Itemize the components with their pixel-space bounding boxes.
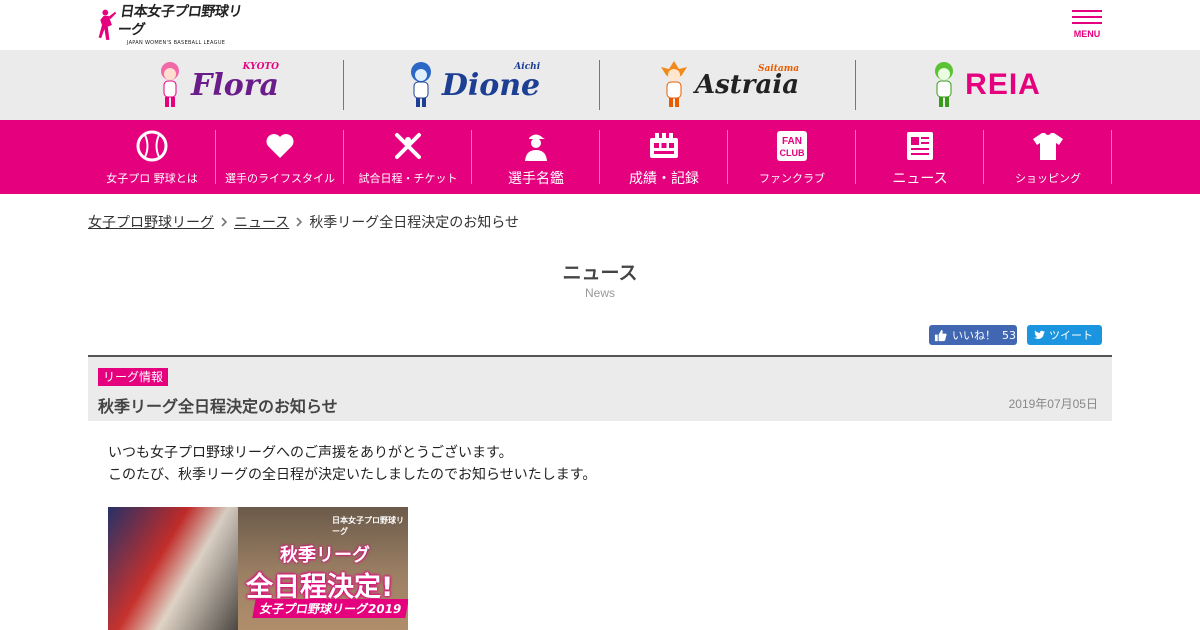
nav-item-players[interactable]: 選手名鑑: [472, 120, 600, 194]
nav-divider: [1111, 130, 1112, 184]
team-city: Aichi: [514, 61, 541, 72]
nav-item-shopping[interactable]: ショッピング: [984, 120, 1112, 194]
nav-label: 選手名鑑: [508, 171, 564, 187]
team-city: Saitama: [757, 64, 800, 74]
nav-label: 女子プロ 野球とは: [106, 172, 198, 185]
team-link-astraia[interactable]: Astraia Saitama: [600, 50, 856, 120]
nav-label: 試合日程・チケット: [358, 172, 458, 185]
baseball-icon: [136, 130, 168, 162]
banner-line-1: 秋季リーグ: [280, 545, 370, 566]
article-body: いつも女子プロ野球リーグへのご声援をありがとうございます。 このたび、秋季リーグ…: [108, 442, 596, 486]
breadcrumb-news[interactable]: ニュース: [234, 212, 289, 232]
team-link-reia[interactable]: REIA: [856, 50, 1112, 120]
nav-item-news[interactable]: ニュース: [856, 120, 984, 194]
nav-label: ショッピング: [1015, 172, 1081, 185]
flora-mascot-icon: [161, 62, 180, 107]
crossed-bats-icon: [395, 133, 421, 159]
team-link-dione[interactable]: Dione Aichi: [344, 50, 600, 120]
newspaper-icon: [907, 132, 933, 160]
nav-label: ファンクラブ: [759, 172, 825, 185]
facebook-like-button[interactable]: いいね！ 53: [929, 325, 1017, 345]
hamburger-icon: [1072, 10, 1102, 12]
page-subtitle: News: [584, 286, 615, 300]
breadcrumb-current: 秋季リーグ全日程決定のお知らせ: [309, 215, 520, 231]
banner-logo: 日本女子プロ野球リーグ: [332, 516, 404, 536]
tshirt-icon: [1033, 133, 1063, 160]
team-name-astraia: Astraia Saitama: [694, 64, 800, 100]
hamburger-icon-bar: [1072, 16, 1102, 18]
main-nav: 女子プロ 野球とは 選手のライフスタイル 試合日程・チケット 選手名鑑 成績・記…: [0, 120, 1200, 194]
reia-mascot-icon: [935, 62, 954, 107]
heart-icon: [266, 134, 294, 158]
article-paragraph: いつも女子プロ野球リーグへのご声援をありがとうございます。: [108, 445, 513, 461]
team-link-flora[interactable]: Flora KYOTO: [88, 50, 344, 120]
nav-item-stats[interactable]: 成績・記録: [600, 120, 728, 194]
page-title: ニュース: [562, 262, 638, 284]
nav-label: 成績・記録: [629, 171, 699, 187]
article-date: 2019年07月05日: [1008, 397, 1098, 411]
menu-button[interactable]: MENU: [1068, 10, 1106, 46]
nav-item-about[interactable]: 女子プロ 野球とは: [88, 120, 216, 194]
scoreboard-icon: [650, 133, 678, 158]
breadcrumb-home[interactable]: 女子プロ野球リーグ: [88, 212, 214, 232]
article-banner-image: 日本女子プロ野球リーグ 秋季リーグ 全日程決定! 女子プロ野球リーグ2019: [108, 507, 408, 630]
site-header: 日本女子プロ野球リーグ JAPAN WOMEN'S BASEBALL LEAGU…: [0, 0, 1200, 50]
nav-item-lifestyle[interactable]: 選手のライフスタイル: [216, 120, 344, 194]
logo-text-jp: 日本女子プロ野球リーグ: [116, 4, 243, 38]
like-label: いいね！: [952, 329, 996, 342]
team-name-flora: Flora KYOTO: [191, 62, 279, 103]
site-logo[interactable]: 日本女子プロ野球リーグ JAPAN WOMEN'S BASEBALL LEAGU…: [97, 4, 243, 46]
pitcher-logo-icon: [98, 9, 117, 40]
hamburger-icon-bar: [1072, 22, 1102, 24]
team-name-text: Astraia: [694, 70, 800, 100]
players-photo: [108, 507, 238, 630]
player-icon: [525, 134, 547, 161]
article-header: リーグ情報 秋季リーグ全日程決定のお知らせ 2019年07月05日: [88, 355, 1112, 421]
article-title: 秋季リーグ全日程決定のお知らせ: [98, 397, 338, 416]
tweet-label: ツイート: [1049, 329, 1093, 342]
team-bar: Flora KYOTO Dione Aichi Astraia Saitama …: [0, 50, 1200, 120]
category-badge[interactable]: リーグ情報: [98, 368, 169, 386]
twitter-bird-icon: [1033, 330, 1045, 339]
nav-item-schedule[interactable]: 試合日程・チケット: [344, 120, 472, 194]
banner-line-3: 女子プロ野球リーグ2019: [252, 599, 408, 618]
article-paragraph: このたび、秋季リーグの全日程が決定いたしましたのでお知らせいたします。: [108, 467, 597, 483]
like-count: 53: [1002, 328, 1016, 342]
chevron-right-icon: [221, 217, 228, 227]
team-name-text: Dione: [441, 67, 541, 103]
dione-mascot-icon: [410, 62, 431, 107]
nav-label: 選手のライフスタイル: [225, 172, 335, 185]
breadcrumb: 女子プロ野球リーグ ニュース 秋季リーグ全日程決定のお知らせ: [88, 212, 519, 232]
menu-label: MENU: [1073, 29, 1101, 39]
tweet-button[interactable]: ツイート: [1027, 325, 1102, 345]
team-city: KYOTO: [242, 61, 279, 72]
chevron-right-icon: [296, 217, 303, 227]
astraia-mascot-icon: [660, 61, 687, 107]
nav-item-fanclub[interactable]: FAN CLUB ファンクラブ: [728, 120, 856, 194]
thumbs-up-icon: [934, 329, 947, 341]
fan-club-icon: FAN CLUB: [777, 131, 807, 161]
svg-text:FAN: FAN: [782, 136, 802, 147]
logo-text-en: JAPAN WOMEN'S BASEBALL LEAGUE: [126, 40, 226, 46]
team-name-dione: Dione Aichi: [441, 62, 541, 103]
svg-text:CLUB: CLUB: [780, 148, 805, 158]
nav-label: ニュース: [892, 171, 948, 187]
team-name-reia: REIA: [965, 68, 1041, 101]
team-name-text: Flora: [191, 67, 279, 103]
